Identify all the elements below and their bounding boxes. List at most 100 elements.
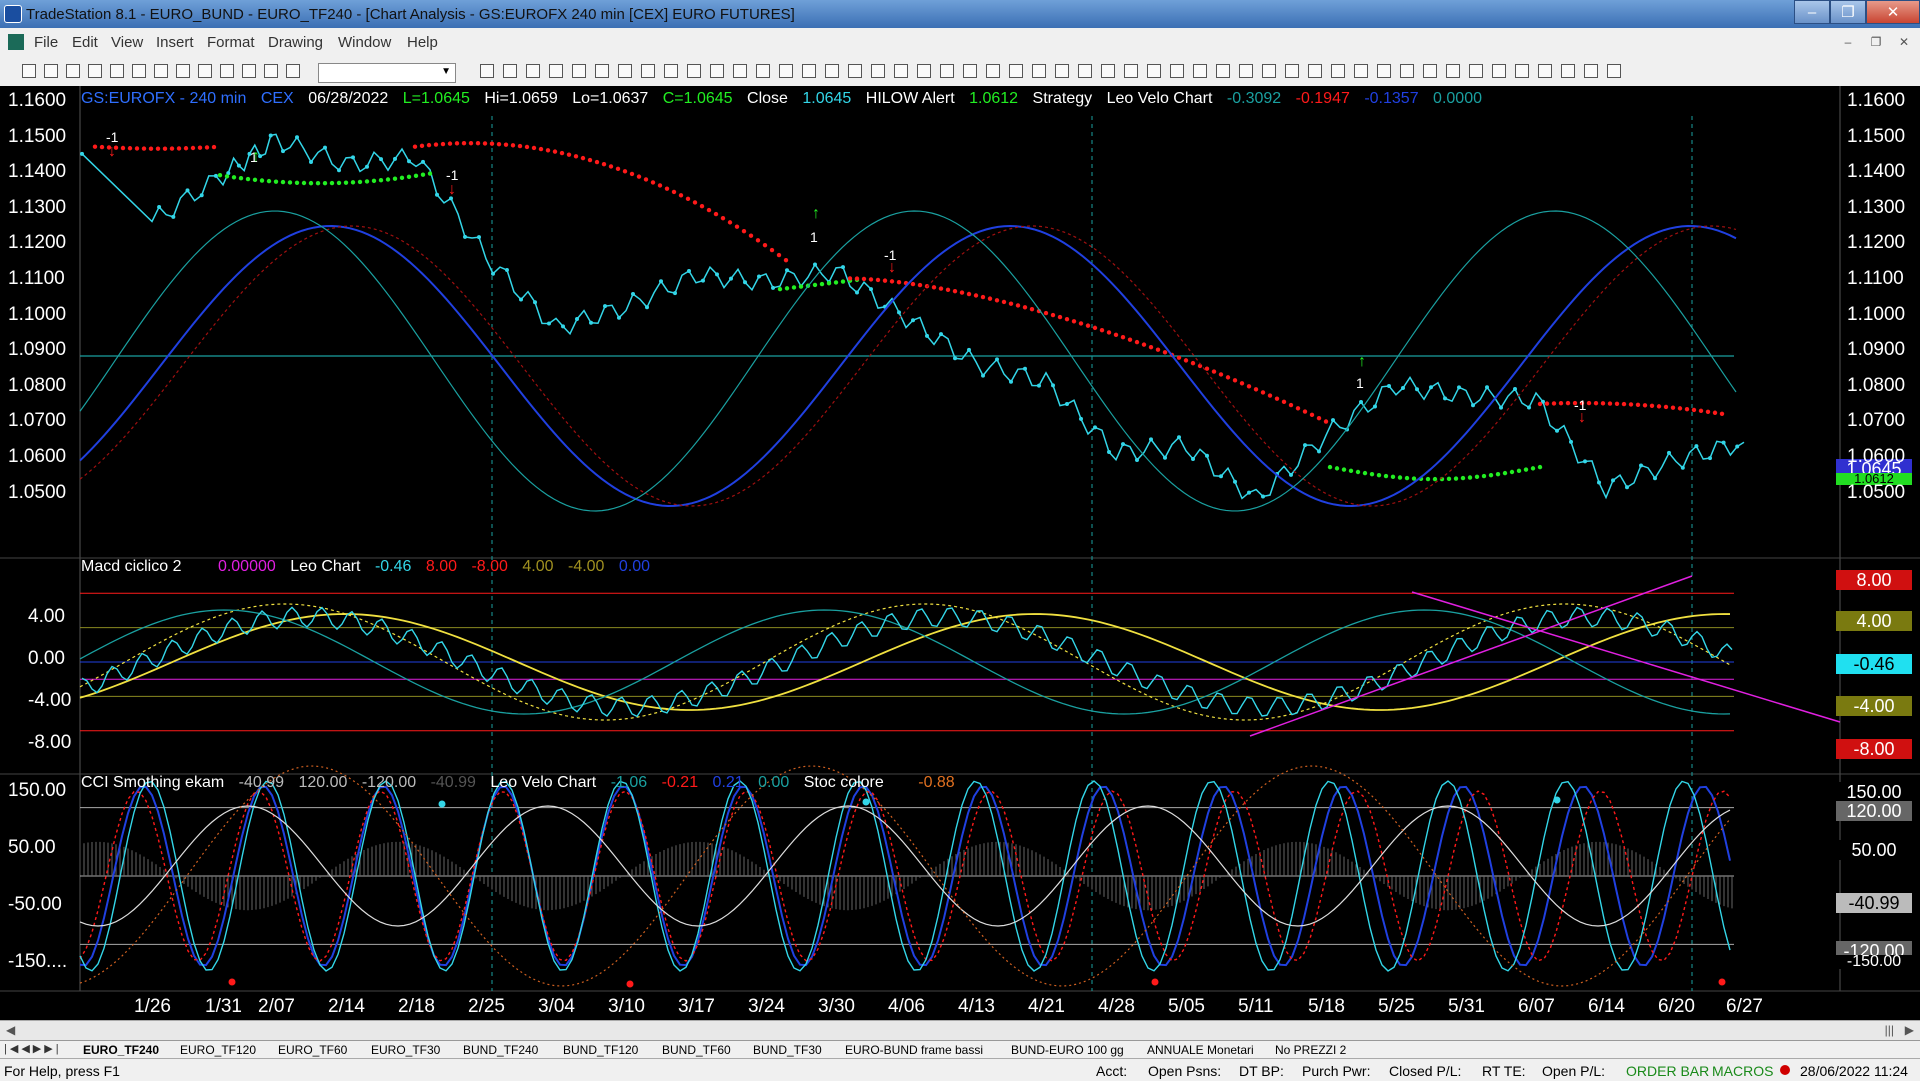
toolbar-tool-icon[interactable] — [1009, 64, 1023, 78]
toolbar-tool-icon[interactable] — [733, 64, 747, 78]
tab-annuale-monetari[interactable]: ANNUALE Monetari — [1147, 1042, 1254, 1058]
toolbar-tool-icon[interactable] — [595, 64, 609, 78]
toolbar-tool-icon[interactable] — [1354, 64, 1368, 78]
toolbar-tool-icon[interactable] — [1308, 64, 1322, 78]
toolbar-tool-icon[interactable] — [154, 64, 168, 78]
toolbar-tool-icon[interactable] — [1170, 64, 1184, 78]
toolbar-tool-icon[interactable] — [1193, 64, 1207, 78]
mdi-minimize-button[interactable]: – — [1838, 33, 1858, 51]
scroll-thumb-icon[interactable]: ||| — [1885, 1023, 1894, 1037]
toolbar-tool-icon[interactable] — [1032, 64, 1046, 78]
toolbar-tool-icon[interactable] — [1400, 64, 1414, 78]
toolbar-tool-icon[interactable] — [641, 64, 655, 78]
tab-euro-bund-frame-bassi[interactable]: EURO-BUND frame bassi — [845, 1042, 983, 1058]
toolbar-tool-icon[interactable] — [88, 64, 102, 78]
toolbar-tool-icon[interactable] — [198, 64, 212, 78]
toolbar-tool-icon[interactable] — [802, 64, 816, 78]
tab-bund-tf240[interactable]: BUND_TF240 — [463, 1042, 538, 1058]
tab-nav-arrows-icon[interactable]: |◀◀▶▶| — [4, 1042, 62, 1055]
toolbar-tool-icon[interactable] — [1239, 64, 1253, 78]
status-macros[interactable]: MACROS — [1712, 1063, 1773, 1079]
minimize-button[interactable]: – — [1794, 0, 1830, 24]
menu-view[interactable]: View — [111, 34, 143, 51]
chart-window-icon[interactable] — [8, 34, 24, 50]
toolbar-tool-icon[interactable] — [503, 64, 517, 78]
symbol-combo[interactable]: ▼ — [318, 63, 456, 83]
toolbar-tool-icon[interactable] — [1538, 64, 1552, 78]
mdi-close-button[interactable]: ✕ — [1894, 33, 1914, 51]
toolbar-tool-icon[interactable] — [480, 64, 494, 78]
toolbar-tool-icon[interactable] — [572, 64, 586, 78]
toolbar-tool-icon[interactable] — [1492, 64, 1506, 78]
toolbar-tool-icon[interactable] — [1607, 64, 1621, 78]
toolbar-tool-icon[interactable] — [1101, 64, 1115, 78]
toolbar-tool-icon[interactable] — [220, 64, 234, 78]
tab-euro-tf240[interactable]: EURO_TF240 — [83, 1042, 159, 1058]
toolbar-tool-icon[interactable] — [549, 64, 563, 78]
menu-edit[interactable]: Edit — [72, 34, 98, 51]
toolbar-tool-icon[interactable] — [917, 64, 931, 78]
close-button[interactable]: ✕ — [1866, 0, 1920, 24]
toolbar-tool-icon[interactable] — [1561, 64, 1575, 78]
toolbar-tool-icon[interactable] — [779, 64, 793, 78]
toolbar-tool-icon[interactable] — [848, 64, 862, 78]
scroll-left-icon[interactable]: ◀ — [6, 1023, 15, 1037]
horizontal-scrollbar[interactable]: ◀ ||| ▶ — [0, 1020, 1920, 1041]
tab-no-prezzi-2[interactable]: No PREZZI 2 — [1275, 1042, 1346, 1058]
tab-bund-euro-100-gg[interactable]: BUND-EURO 100 gg — [1011, 1042, 1124, 1058]
toolbar-tool-icon[interactable] — [1469, 64, 1483, 78]
toolbar-tool-icon[interactable] — [1216, 64, 1230, 78]
toolbar-tool-icon[interactable] — [1331, 64, 1345, 78]
toolbar-tool-icon[interactable] — [176, 64, 190, 78]
maximize-button[interactable]: ❐ — [1830, 0, 1866, 24]
tab-euro-tf30[interactable]: EURO_TF30 — [371, 1042, 440, 1058]
menu-insert[interactable]: Insert — [156, 34, 194, 51]
toolbar-tool-icon[interactable] — [66, 64, 80, 78]
menu-drawing[interactable]: Drawing — [268, 34, 323, 51]
toolbar-tool-icon[interactable] — [894, 64, 908, 78]
toolbar-tool-icon[interactable] — [1584, 64, 1598, 78]
menu-help[interactable]: Help — [407, 34, 438, 51]
tab-bund-tf30[interactable]: BUND_TF30 — [753, 1042, 822, 1058]
scroll-right-icon[interactable]: ▶ — [1905, 1023, 1914, 1037]
toolbar-tool-icon[interactable] — [1446, 64, 1460, 78]
toolbar-tool-icon[interactable] — [618, 64, 632, 78]
tab-bund-tf120[interactable]: BUND_TF120 — [563, 1042, 638, 1058]
toolbar-tool-icon[interactable] — [110, 64, 124, 78]
toolbar-tool-icon[interactable] — [242, 64, 256, 78]
toolbar-tool-icon[interactable] — [1124, 64, 1138, 78]
toolbar-tool-icon[interactable] — [825, 64, 839, 78]
mdi-restore-button[interactable]: ❐ — [1866, 33, 1886, 51]
toolbar-tool-icon[interactable] — [1078, 64, 1092, 78]
toolbar-tool-icon[interactable] — [132, 64, 146, 78]
toolbar-tool-icon[interactable] — [526, 64, 540, 78]
tab-euro-tf60[interactable]: EURO_TF60 — [278, 1042, 347, 1058]
chart-area[interactable]: -1 1 -1 1 -1 1 -1 ↓ ↓ ↓ ↓ ↑ ↑ ↑ GS:EUROFX - 240 min C… — [0, 86, 1920, 1020]
status-order-bar[interactable]: ORDER BAR — [1626, 1063, 1709, 1079]
toolbar-tool-icon[interactable] — [1515, 64, 1529, 78]
toolbar-tool-icon[interactable] — [1055, 64, 1069, 78]
toolbar-tool-icon[interactable] — [986, 64, 1000, 78]
toolbar-tool-icon[interactable] — [940, 64, 954, 78]
toolbar-tool-icon[interactable] — [687, 64, 701, 78]
toolbar-tool-icon[interactable] — [22, 64, 36, 78]
toolbar-tool-icon[interactable] — [1285, 64, 1299, 78]
toolbar-tool-icon[interactable] — [44, 64, 58, 78]
toolbar-tool-icon[interactable] — [1147, 64, 1161, 78]
toolbar-tool-icon[interactable] — [710, 64, 724, 78]
menu-file[interactable]: File — [34, 34, 58, 51]
toolbar-tool-icon[interactable] — [264, 64, 278, 78]
tab-euro-tf120[interactable]: EURO_TF120 — [180, 1042, 256, 1058]
toolbar-tool-icon[interactable] — [756, 64, 770, 78]
toolbar-tool-icon[interactable] — [664, 64, 678, 78]
toolbar-tool-icon[interactable] — [1377, 64, 1391, 78]
toolbar-tool-icon[interactable] — [1262, 64, 1276, 78]
toolbar-tool-icon[interactable] — [871, 64, 885, 78]
toolbar-tool-icon[interactable] — [963, 64, 977, 78]
toolbar-tool-icon[interactable] — [1423, 64, 1437, 78]
menu-format[interactable]: Format — [207, 34, 255, 51]
chart-canvas[interactable]: -11-11-11-1↓↓↓↓↑↑↑ — [0, 86, 1920, 1020]
toolbar-tool-icon[interactable] — [286, 64, 300, 78]
menu-window[interactable]: Window — [338, 34, 391, 51]
tab-bund-tf60[interactable]: BUND_TF60 — [662, 1042, 731, 1058]
